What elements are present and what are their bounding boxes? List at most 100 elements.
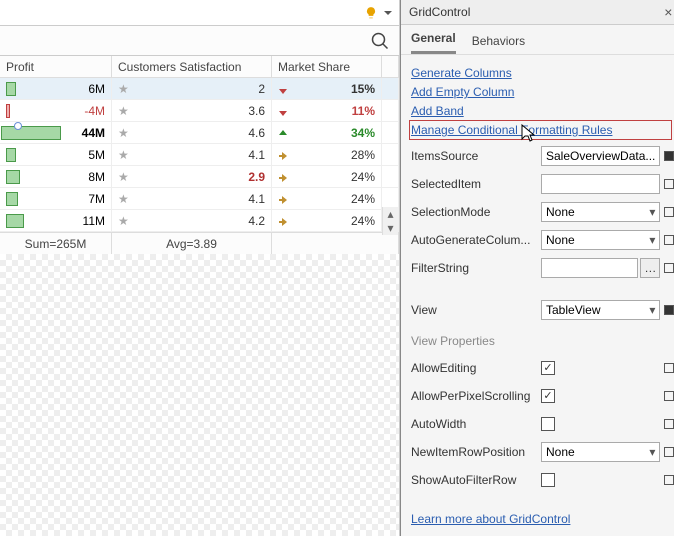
- data-bar: [6, 82, 16, 96]
- cell-value: 15%: [351, 82, 375, 96]
- column-header-spacer: [382, 56, 399, 77]
- binding-marker-icon[interactable]: [664, 475, 674, 485]
- grid-control[interactable]: Profit Customers Satisfaction Market Sha…: [0, 56, 399, 254]
- grid-toolbar: [0, 26, 399, 56]
- scroll-down-icon[interactable]: ▾: [384, 221, 398, 235]
- cell-customers: ★4.1: [112, 188, 272, 209]
- table-row[interactable]: -4M ★ 3.6 11%: [0, 100, 399, 122]
- cell-customers: ★ 4.1: [112, 144, 272, 165]
- data-bar: [6, 170, 20, 184]
- binding-marker-icon[interactable]: [664, 363, 674, 373]
- cell-profit: 5M: [0, 144, 112, 165]
- dropdown-caret-icon[interactable]: [383, 8, 393, 18]
- prop-value-combo[interactable]: None▾: [541, 442, 660, 462]
- column-header-market[interactable]: Market Share: [272, 56, 382, 77]
- column-header-profit[interactable]: Profit: [0, 56, 112, 77]
- prop-show-auto-filter-row: ShowAutoFilterRow: [411, 468, 674, 492]
- prop-selection-mode: SelectionMode None▾: [411, 200, 674, 224]
- prop-value-input[interactable]: [541, 174, 660, 194]
- scrollbar[interactable]: ▴▾: [382, 207, 398, 235]
- cell-market: 24%: [272, 188, 382, 209]
- table-row[interactable]: 6M★215%: [0, 78, 399, 100]
- prop-value-input[interactable]: SaleOverviewData...: [541, 146, 660, 166]
- star-icon: ★: [118, 170, 129, 184]
- tab-general[interactable]: General: [411, 25, 456, 54]
- table-row[interactable]: 7M★4.124%: [0, 188, 399, 210]
- checkbox[interactable]: [541, 389, 555, 403]
- trend-side-icon: [278, 216, 288, 226]
- cell-value: 24%: [351, 214, 375, 228]
- scroll-up-icon[interactable]: ▴: [384, 207, 398, 221]
- prop-label: SelectionMode: [411, 205, 541, 219]
- cell-market: 15%: [272, 78, 382, 99]
- cell-market: 11%: [272, 100, 382, 121]
- binding-marker-icon[interactable]: [664, 207, 674, 217]
- table-row[interactable]: 11M★4.224%▴▾: [0, 210, 399, 232]
- data-bar: [1, 126, 61, 140]
- binding-marker-icon[interactable]: [664, 305, 674, 315]
- link-learn-more[interactable]: Learn more about GridControl: [411, 511, 570, 527]
- column-header-customers[interactable]: Customers Satisfaction: [112, 56, 272, 77]
- binding-marker-icon[interactable]: [664, 391, 674, 401]
- checkbox[interactable]: [541, 361, 555, 375]
- link-manage-conditional-formatting[interactable]: Manage Conditional Formatting Rules: [411, 122, 670, 138]
- link-add-empty-column[interactable]: Add Empty Column: [411, 84, 670, 100]
- ellipsis-button[interactable]: …: [640, 258, 660, 278]
- checkbox[interactable]: [541, 417, 555, 431]
- binding-marker-icon[interactable]: [664, 263, 674, 273]
- binding-marker-icon[interactable]: [664, 447, 674, 457]
- cell-value: 24%: [351, 170, 375, 184]
- cell-value: 4.1: [248, 192, 265, 206]
- link-generate-columns[interactable]: Generate Columns: [411, 65, 670, 81]
- trend-down-icon: [278, 84, 288, 94]
- grid-header: Profit Customers Satisfaction Market Sha…: [0, 56, 399, 78]
- lightbulb-icon[interactable]: [363, 5, 379, 21]
- grid-footer: Sum=265M Avg=3.89: [0, 232, 399, 254]
- cell-customers: ★2.9: [112, 166, 272, 187]
- close-icon[interactable]: ×: [664, 4, 672, 20]
- cell-value: 3.6: [248, 104, 265, 118]
- cell-customers: ★2: [112, 78, 272, 99]
- cell-value: 4.1: [248, 148, 265, 162]
- star-icon: ★: [118, 104, 129, 118]
- cell-spacer: [382, 144, 399, 165]
- chevron-down-icon: ▾: [649, 445, 655, 459]
- link-label: Manage Conditional Formatting Rules: [411, 123, 612, 137]
- panel-title: GridControl: [409, 5, 470, 19]
- trend-up-icon: [278, 128, 288, 138]
- cell-value: 5M: [65, 148, 105, 162]
- cell-value: 2: [258, 82, 265, 96]
- cell-spacer: [382, 166, 399, 187]
- cell-customers: ★4.6: [112, 122, 272, 143]
- focused-row-indicator-icon: [14, 122, 22, 130]
- cell-value: -4M: [65, 104, 105, 118]
- table-row[interactable]: 44M★4.634%: [0, 122, 399, 144]
- binding-marker-icon[interactable]: [664, 235, 674, 245]
- search-icon[interactable]: [371, 32, 389, 50]
- checkbox[interactable]: [541, 473, 555, 487]
- binding-marker-icon[interactable]: [664, 151, 674, 161]
- prop-label: ShowAutoFilterRow: [411, 473, 541, 487]
- panel-footer: Learn more about GridControl: [401, 502, 674, 536]
- star-icon: ★: [118, 148, 129, 162]
- binding-marker-icon[interactable]: [664, 179, 674, 189]
- properties-list: ItemsSource SaleOverviewData... Selected…: [401, 144, 674, 502]
- prop-value-combo[interactable]: TableView▾: [541, 300, 660, 320]
- cell-profit: 6M: [0, 78, 112, 99]
- prop-value-combo[interactable]: None▾: [541, 202, 660, 222]
- prop-filter-string: FilterString …: [411, 256, 674, 280]
- prop-value-input[interactable]: [541, 258, 638, 278]
- footer-sum: Sum=265M: [0, 233, 112, 254]
- link-add-band[interactable]: Add Band: [411, 103, 670, 119]
- cell-customers: ★ 3.6: [112, 100, 272, 121]
- prop-value-combo[interactable]: None▾: [541, 230, 660, 250]
- binding-marker-icon[interactable]: [664, 419, 674, 429]
- trend-side-icon: [278, 172, 288, 182]
- star-icon: ★: [118, 82, 129, 96]
- prop-label: ItemsSource: [411, 149, 541, 163]
- table-row[interactable]: 5M★4.128%: [0, 144, 399, 166]
- cell-customers: ★4.2: [112, 210, 272, 231]
- trend-side-icon: [278, 194, 288, 204]
- tab-behaviors[interactable]: Behaviors: [472, 28, 525, 54]
- table-row[interactable]: 8M★2.924%: [0, 166, 399, 188]
